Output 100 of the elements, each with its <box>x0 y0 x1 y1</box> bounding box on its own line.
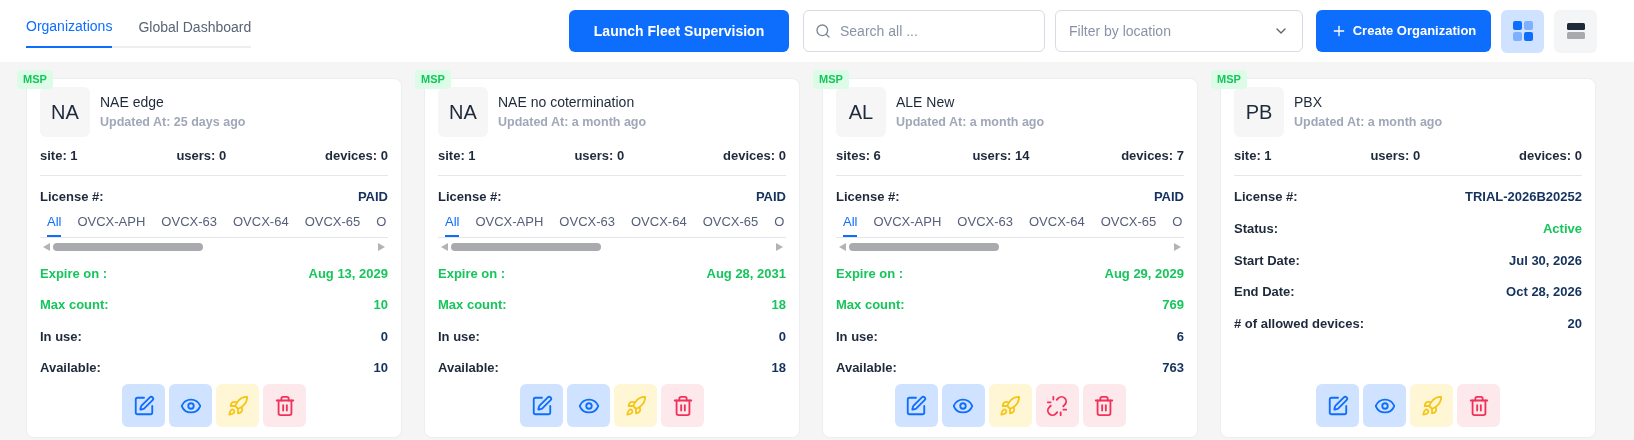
license-value: TRIAL-2026B20252 <box>1464 187 1582 206</box>
view-button[interactable] <box>567 384 610 427</box>
detail-value: 10 <box>373 359 388 377</box>
license-tab[interactable]: All <box>843 212 858 237</box>
view-button[interactable] <box>941 384 985 427</box>
license-label: License #: <box>1234 187 1298 206</box>
list-icon <box>1566 23 1585 39</box>
delete-button[interactable] <box>661 384 704 427</box>
unlink-button[interactable] <box>1035 384 1079 427</box>
license-tab[interactable]: OVCX-APH <box>873 212 942 237</box>
license-value: PAID <box>755 187 786 206</box>
scroll-left-arrow-icon[interactable] <box>441 242 448 251</box>
count-stat: users: 0 <box>574 147 625 165</box>
nav-tab[interactable]: Global Dashboard <box>138 16 252 48</box>
detail-label: End Date: <box>1234 283 1295 301</box>
create-organization-button[interactable]: Create Organization <box>1316 10 1491 52</box>
rocket-icon <box>1420 394 1443 417</box>
scrollbar-thumb[interactable] <box>53 242 203 251</box>
list-view-button[interactable] <box>1554 9 1597 53</box>
edit-button[interactable] <box>894 384 938 427</box>
license-tab[interactable]: O <box>376 212 387 237</box>
rocket-icon <box>624 394 647 417</box>
detail-label: Max count: <box>40 296 109 314</box>
msp-badge: MSP <box>17 70 53 89</box>
license-tab[interactable]: OVCX-64 <box>1029 212 1085 237</box>
updated-time: Updated At: a month ago <box>498 114 647 131</box>
license-tab[interactable]: OVCX-64 <box>233 212 289 237</box>
scrollbar-thumb[interactable] <box>451 242 601 251</box>
pencil-square-icon <box>1326 394 1349 417</box>
detail-label: Expire on : <box>836 264 904 283</box>
license-tab[interactable]: OVCX-65 <box>304 212 361 237</box>
grid-view-button[interactable] <box>1501 9 1544 53</box>
count-stat: site: 1 <box>438 147 476 165</box>
license-tab[interactable]: OVCX-63 <box>161 212 217 237</box>
organization-name: NAE edge <box>100 93 165 112</box>
count-stat: users: 0 <box>1370 147 1421 165</box>
license-tab[interactable]: OVCX-APH <box>77 212 146 237</box>
detail-value: Oct 28, 2026 <box>1506 283 1582 301</box>
count-stat: devices: 7 <box>1121 147 1184 165</box>
trash-icon <box>671 394 694 417</box>
detail-label: Status: <box>1234 220 1279 238</box>
search-field[interactable]: Search all ... <box>803 10 1045 52</box>
license-tab[interactable]: All <box>47 212 62 237</box>
license-tab[interactable]: All <box>445 212 460 237</box>
detail-label: In use: <box>40 327 82 346</box>
scroll-left-arrow-icon[interactable] <box>43 242 50 251</box>
detail-value: Aug 28, 2031 <box>706 264 786 283</box>
edit-button[interactable] <box>520 384 563 427</box>
count-stat: site: 1 <box>1234 147 1272 165</box>
updated-time: Updated At: 25 days ago <box>100 114 246 131</box>
scroll-right-arrow-icon[interactable] <box>1174 242 1181 251</box>
detail-value: 0 <box>778 327 786 346</box>
license-label: License #: <box>40 187 104 206</box>
detail-value: Active <box>1542 220 1582 238</box>
detail-label: Expire on : <box>40 264 108 283</box>
detail-value: Jul 30, 2026 <box>1509 251 1582 270</box>
license-tab[interactable]: OVCX-APH <box>475 212 544 237</box>
license-tab[interactable]: OVCX-65 <box>1100 212 1157 237</box>
trash-icon <box>273 394 296 417</box>
edit-button[interactable] <box>1316 384 1359 427</box>
detail-value: 18 <box>771 296 786 314</box>
license-label: License #: <box>836 187 900 206</box>
detail-label: In use: <box>438 327 480 346</box>
launch-button[interactable]: Launch Fleet Supervision <box>569 10 789 52</box>
scroll-left-arrow-icon[interactable] <box>839 242 846 251</box>
scrollbar-thumb[interactable] <box>849 242 999 251</box>
edit-button[interactable] <box>122 384 165 427</box>
delete-button[interactable] <box>1082 384 1126 427</box>
license-tab[interactable]: OVCX-63 <box>957 212 1013 237</box>
trash-icon <box>1093 394 1115 417</box>
license-tab[interactable]: OVCX-63 <box>559 212 615 237</box>
detail-value: 20 <box>1567 314 1582 333</box>
count-stat: devices: 0 <box>325 147 388 165</box>
dropdown-placeholder: Filter by location <box>1069 21 1171 41</box>
view-button[interactable] <box>1363 384 1406 427</box>
nav-tab[interactable]: Organizations <box>26 16 113 48</box>
delete-button[interactable] <box>1457 384 1500 427</box>
delete-button[interactable] <box>263 384 306 427</box>
detail-label: Available: <box>836 359 897 377</box>
license-value: PAID <box>357 187 388 206</box>
license-tab[interactable]: OVCX-65 <box>702 212 759 237</box>
pencil-square-icon <box>905 394 927 417</box>
view-button[interactable] <box>169 384 212 427</box>
detail-value: Aug 29, 2029 <box>1104 264 1184 283</box>
grid-icon <box>1512 21 1533 41</box>
license-tab[interactable]: O <box>774 212 785 237</box>
scroll-right-arrow-icon[interactable] <box>378 242 385 251</box>
updated-time: Updated At: a month ago <box>1294 114 1443 131</box>
updated-time: Updated At: a month ago <box>896 114 1045 131</box>
count-stat: devices: 0 <box>723 147 786 165</box>
rocket-icon <box>999 394 1021 417</box>
trash-icon <box>1467 394 1490 417</box>
msp-badge: MSP <box>813 70 849 89</box>
count-stat: sites: 6 <box>836 147 881 165</box>
license-tab[interactable]: O <box>1172 212 1183 237</box>
detail-label: Available: <box>40 359 101 377</box>
pencil-square-icon <box>132 394 155 417</box>
scroll-right-arrow-icon[interactable] <box>776 242 783 251</box>
organization-name: ALE New <box>896 93 956 112</box>
license-tab[interactable]: OVCX-64 <box>631 212 687 237</box>
